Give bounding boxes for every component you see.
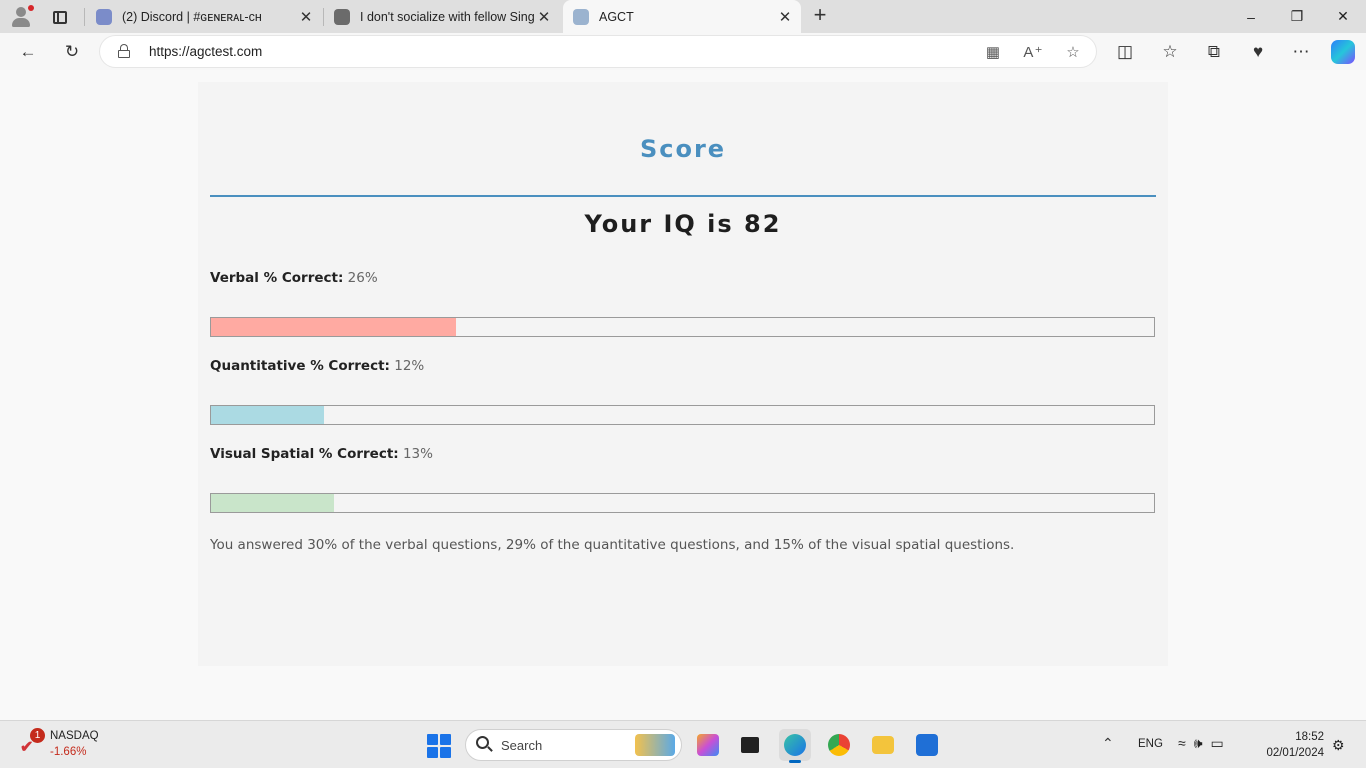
chevron-up-icon[interactable]: ⌃: [1102, 735, 1114, 752]
tab-discord[interactable]: (2) Discord | #ɢᴇɴᴇʀᴀʟ-ᴄʜ ✕: [88, 0, 322, 33]
score-card: Score Your IQ is 82 Verbal % Correct: 26…: [198, 82, 1168, 666]
refresh-icon[interactable]: ↻: [57, 37, 87, 67]
task-view-icon[interactable]: [734, 729, 766, 761]
browser-toolbar: ← ↻ https://agctest.com ▦ A ⁺ ☆ ◫ ☆ ⧉ ♥ …: [0, 33, 1366, 70]
copilot-taskbar-icon[interactable]: [692, 729, 724, 761]
collections-icon[interactable]: ⧉: [1199, 37, 1229, 67]
wifi-icon[interactable]: ≈: [1178, 735, 1186, 752]
close-icon[interactable]: ✕: [296, 7, 316, 27]
restore-button[interactable]: ❐: [1274, 0, 1320, 33]
tab-title: (2) Discord | #ɢᴇɴᴇʀᴀʟ-ᴄʜ: [122, 9, 262, 24]
visual-spatial-progress-fill: [211, 494, 334, 512]
edge-browser-icon[interactable]: [779, 729, 811, 763]
discord-icon: [96, 8, 112, 25]
favorites-icon[interactable]: ☆: [1155, 37, 1185, 67]
notification-badge: 1: [30, 728, 45, 743]
verbal-progress-bar: [210, 317, 1155, 337]
quantitative-progress-bar: [210, 405, 1155, 425]
visual-spatial-label: Visual Spatial % Correct: 13%: [210, 446, 433, 462]
close-icon[interactable]: ✕: [534, 7, 554, 27]
profile-icon[interactable]: [8, 4, 34, 30]
quantitative-progress-fill: [211, 406, 325, 424]
verbal-progress-fill: [211, 318, 457, 336]
split-screen-icon[interactable]: ◫: [1110, 37, 1140, 67]
tab-actions-icon[interactable]: [46, 5, 74, 29]
link-icon: [334, 8, 350, 25]
tab-agct[interactable]: AGCT ✕: [563, 0, 801, 33]
search-highlight-icon: [635, 734, 675, 756]
search-placeholder: Search: [501, 738, 543, 753]
system-tray[interactable]: ≈ 🕪 ▭: [1178, 735, 1224, 752]
back-arrow-icon[interactable]: ←: [13, 37, 43, 67]
tab-separator: [323, 8, 324, 26]
read-aloud-icon[interactable]: A ⁺: [1022, 41, 1044, 63]
clock-time: 18:52: [1295, 731, 1324, 743]
notification-center-icon[interactable]: ⚙: [1332, 737, 1345, 754]
visual-spatial-progress-bar: [210, 493, 1155, 513]
battery-icon[interactable]: ▭: [1211, 735, 1224, 752]
iq-result: Your IQ is 82: [584, 210, 782, 238]
clock[interactable]: 18:52 02/01/2024: [1260, 729, 1324, 761]
metric-name: Quantitative % Correct:: [210, 358, 390, 374]
tab-strip: (2) Discord | #ɢᴇɴᴇʀᴀʟ-ᴄʜ ✕ I don't soci…: [0, 0, 1366, 33]
metric-value: 12%: [394, 358, 425, 374]
search-icon: [476, 736, 494, 754]
page-title: Score: [639, 135, 727, 163]
metric-value: 13%: [402, 446, 433, 462]
stock-widget-icon[interactable]: ✔ 1: [18, 728, 45, 756]
microsoft-store-icon[interactable]: [911, 729, 943, 761]
close-window-button[interactable]: ✕: [1320, 0, 1366, 33]
close-icon[interactable]: ✕: [775, 7, 795, 27]
tab-title: AGCT: [599, 9, 634, 24]
settings-more-icon[interactable]: ⋯: [1286, 37, 1316, 67]
taskbar: ✔ 1 NASDAQ -1.66% Search ⌃ ENG ≈ 🕪 ▭ 18:…: [0, 720, 1366, 768]
metric-value: 26%: [347, 270, 378, 286]
title-divider: [210, 195, 1156, 197]
app-available-icon[interactable]: ▦: [982, 41, 1004, 63]
stock-name[interactable]: NASDAQ: [50, 730, 99, 742]
volume-icon[interactable]: 🕪: [1194, 735, 1203, 752]
taskbar-search-box[interactable]: Search: [465, 729, 682, 761]
copilot-icon[interactable]: [1331, 40, 1355, 64]
windows-start-icon[interactable]: [427, 734, 451, 758]
metric-name: Verbal % Correct:: [210, 270, 344, 286]
browser-essentials-icon[interactable]: ♥: [1243, 37, 1273, 67]
new-tab-button[interactable]: +: [808, 4, 832, 28]
lock-icon[interactable]: [118, 44, 130, 58]
globe-icon: [573, 8, 589, 25]
clock-date: 02/01/2024: [1266, 747, 1324, 759]
tab-reddit[interactable]: I don't socialize with fellow Singa ✕: [326, 0, 560, 33]
verbal-label: Verbal % Correct: 26%: [210, 270, 378, 286]
summary-text: You answered 30% of the verbal questions…: [210, 537, 1015, 553]
minimize-button[interactable]: –: [1228, 0, 1274, 33]
favorite-star-icon[interactable]: ☆: [1062, 41, 1084, 63]
metric-name: Visual Spatial % Correct:: [210, 446, 399, 462]
tab-title: I don't socialize with fellow Singa: [360, 9, 534, 24]
url-text[interactable]: https://agctest.com: [149, 44, 262, 59]
address-bar[interactable]: https://agctest.com ▦ A ⁺ ☆: [100, 36, 1096, 67]
quantitative-label: Quantitative % Correct: 12%: [210, 358, 424, 374]
chrome-icon[interactable]: [823, 729, 855, 761]
tab-separator: [84, 8, 85, 26]
language-indicator[interactable]: ENG: [1138, 738, 1163, 750]
file-explorer-icon[interactable]: [867, 729, 899, 761]
stock-change[interactable]: -1.66%: [50, 746, 86, 758]
